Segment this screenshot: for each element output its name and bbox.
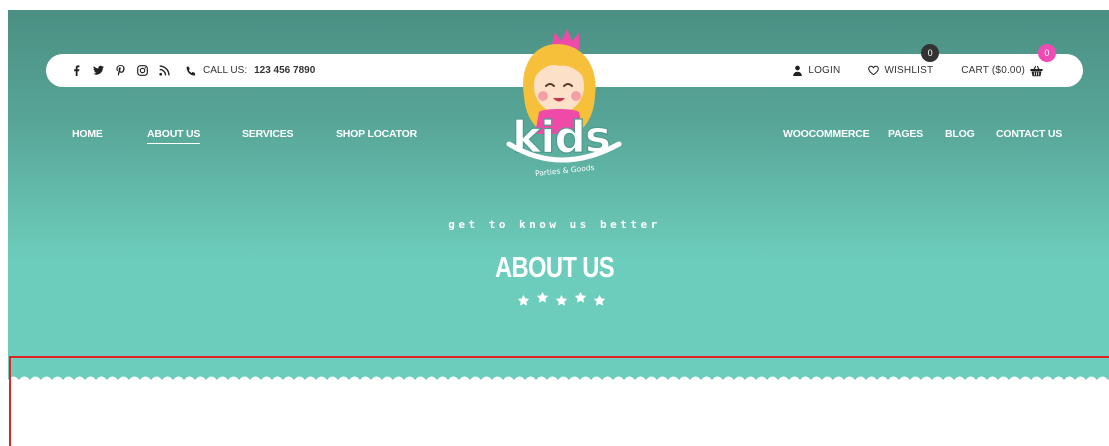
stars-rating <box>517 291 606 307</box>
social-links <box>70 54 171 87</box>
user-icon <box>793 65 803 76</box>
heart-icon <box>868 65 880 76</box>
star-icon <box>517 294 530 306</box>
login-label: LOGIN <box>808 65 841 76</box>
twitter-icon[interactable] <box>92 64 105 77</box>
phone-icon <box>186 66 196 75</box>
star-icon <box>536 291 549 303</box>
login-link[interactable]: LOGIN <box>792 65 840 76</box>
page-title: ABOUT US <box>495 252 615 284</box>
pinterest-icon[interactable] <box>114 64 127 77</box>
instagram-icon[interactable] <box>136 64 149 77</box>
nav-services[interactable]: SERVICES <box>242 128 294 140</box>
nav-about-us[interactable]: ABOUT US <box>147 128 201 144</box>
logo-tagline: Parties & Goods <box>535 163 595 178</box>
nav-contact-us[interactable]: CONTACT US <box>996 128 1062 140</box>
nav-woocommerce[interactable]: WOOCOMMERCE <box>783 128 870 140</box>
cart-count-badge: 0 <box>1038 43 1056 62</box>
star-icon <box>593 294 606 306</box>
wishlist-link[interactable]: WISHLIST 0 <box>868 44 940 76</box>
rss-icon[interactable] <box>158 64 171 77</box>
cart-link[interactable]: CART ($0.00) 0 <box>961 43 1056 77</box>
call-us: CALL US: 123 456 7890 <box>186 54 315 87</box>
account-links: LOGIN WISHLIST 0 CART ($0.00) 0 <box>764 43 1056 87</box>
phone-number[interactable]: 123 456 7890 <box>254 65 315 76</box>
hero-subtitle: get to know us better <box>448 218 661 231</box>
cart-label: CART ($0.00) <box>961 65 1025 76</box>
nav-home[interactable]: HOME <box>72 128 103 140</box>
call-us-label: CALL US: <box>203 65 248 76</box>
facebook-icon[interactable] <box>70 64 83 77</box>
nav-shop-locator[interactable]: SHOP LOCATOR <box>336 128 417 140</box>
wishlist-count-badge: 0 <box>921 44 940 62</box>
shopping-basket-icon <box>1030 65 1043 76</box>
star-icon <box>574 291 587 303</box>
nav-pages[interactable]: PAGES <box>888 128 923 140</box>
kids-logo[interactable]: kids Parties & Goods <box>499 26 629 181</box>
star-icon <box>555 294 568 306</box>
wishlist-label: WISHLIST <box>884 65 934 76</box>
nav-blog[interactable]: BLOG <box>945 128 975 140</box>
selection-highlight-frame <box>9 356 1109 446</box>
